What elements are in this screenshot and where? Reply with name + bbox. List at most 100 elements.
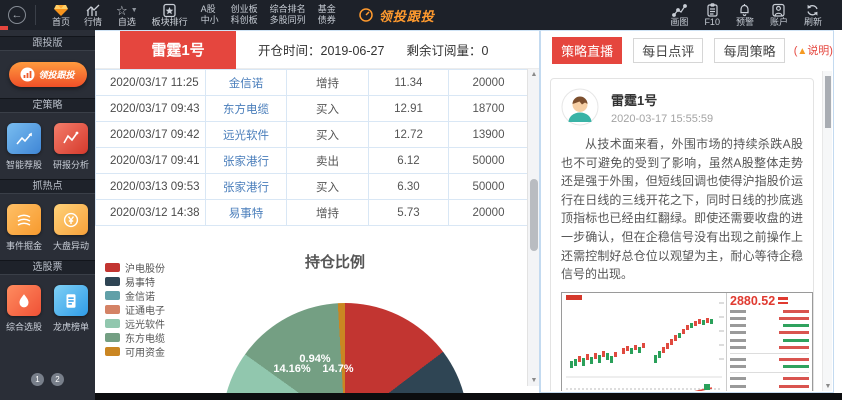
bottom-edge	[95, 393, 842, 400]
stock-link[interactable]: 张家港行	[206, 148, 287, 174]
post-chart-image[interactable]: 2880.52	[561, 292, 813, 391]
menu-item[interactable]: 科创板	[231, 15, 258, 26]
legend-item[interactable]: 东方电缆	[105, 331, 165, 344]
table-row[interactable]: 2020/03/17 09:41 张家港行 卖出 6.12 50000	[96, 148, 529, 174]
post-timestamp: 2020-03-17 15:55:59	[611, 113, 713, 125]
scrollbar-thumb[interactable]	[530, 179, 538, 251]
chevron-down-icon[interactable]: ▼	[131, 7, 138, 14]
divider	[35, 5, 36, 25]
tab-weekly-strategy[interactable]: 每周策略	[714, 38, 784, 63]
main-panel: 雷霆1号 开仓时间：2019-06-27 剩余订阅量：0 2020/03/17 …	[95, 30, 540, 393]
portfolio-header: 雷霆1号 开仓时间：2019-06-27 剩余订阅量：0	[95, 31, 539, 69]
user-icon	[771, 3, 786, 17]
table-row[interactable]: 2020/03/17 09:42 远光软件 买入 12.72 13900	[96, 122, 529, 148]
help-link[interactable]: (▲说明)	[794, 42, 833, 58]
sidebar-section-gentou: 跟投版	[0, 36, 95, 51]
layers-icon	[14, 211, 34, 229]
legend-item[interactable]: 可用资金	[105, 345, 165, 358]
scroll-up-icon[interactable]: ▲	[528, 71, 540, 78]
f10-button[interactable]: F10	[704, 3, 720, 27]
post-author: 雷霆1号	[611, 90, 713, 109]
table-row[interactable]: 2020/03/17 11:25 金信诺 增持 11.34 20000	[96, 70, 529, 96]
clipboard-icon	[705, 3, 720, 17]
tab-strategy-live[interactable]: 策略直播	[552, 37, 622, 64]
legend-item[interactable]: 金信诺	[105, 289, 165, 302]
account-button[interactable]: 账户	[770, 3, 788, 27]
scroll-down-icon[interactable]: ▼	[528, 377, 540, 384]
scroll-down-icon[interactable]: ▼	[823, 383, 833, 390]
pie-chart[interactable]	[222, 303, 468, 394]
scrollbar-thumb[interactable]	[825, 76, 831, 128]
stock-link[interactable]: 张家港行	[206, 174, 287, 200]
bookmark-star-icon	[162, 3, 177, 17]
holdings-chart-section: 持仓比例 沪电股份 易事特 金信诺 证通电子 远光软件 东方电缆 可用资金 0.…	[95, 225, 528, 394]
menu-item[interactable]: 多股同列	[270, 15, 306, 26]
star-icon: ☆	[116, 4, 128, 17]
legend-item[interactable]: 远光软件	[105, 317, 165, 330]
sidebar-section-hotspot: 抓热点	[0, 179, 95, 194]
feed-scroll-area: 雷霆1号 2020-03-17 15:55:59 从技术面来看，外围市场的持续杀…	[542, 71, 822, 391]
sidebar-item-market-moves[interactable]: 大盘异动	[52, 204, 90, 252]
nav-watchlist[interactable]: ☆▼ 自选	[116, 0, 138, 30]
legend-item[interactable]: 易事特	[105, 275, 165, 288]
menu-item[interactable]: 中小	[201, 15, 219, 26]
menu-item[interactable]: A股	[201, 4, 219, 15]
nav-quotes[interactable]: 行情	[84, 0, 102, 30]
sidebar-section-stockpick: 选股票	[0, 260, 95, 275]
menu-item[interactable]: 综合排名	[270, 4, 306, 15]
sidebar-item-composite-picker[interactable]: 综合选股	[5, 285, 43, 333]
trend-line-icon	[14, 130, 34, 148]
table-row[interactable]: 2020/03/17 09:43 东方电缆 买入 12.91 18700	[96, 96, 529, 122]
table-row[interactable]: 2020/03/12 14:38 易事特 增持 5.73 20000	[96, 200, 529, 226]
legend-item[interactable]: 证通电子	[105, 303, 165, 316]
avatar	[561, 88, 599, 126]
nav-sector-rank[interactable]: 板块排行	[152, 0, 188, 30]
pie-label: 14.16%	[273, 363, 310, 375]
app-window: ← 首页 行情 ☆▼ 自选 板块排行 A股 中小	[0, 0, 842, 400]
trade-history-table: 2020/03/17 11:25 金信诺 增持 11.34 20000 2020…	[95, 69, 529, 226]
sidebar-item-report-analysis[interactable]: 研报分析	[52, 123, 90, 171]
strategy-panel: 策略直播 每日点评 每周策略 (▲说明) 雷霆1号 2020-03-17 15:…	[540, 30, 834, 393]
market-group-b: 创业板 科创板	[231, 4, 258, 26]
chart-icon	[86, 3, 101, 17]
legend-item[interactable]: 沪电股份	[105, 261, 165, 274]
back-button[interactable]: ←	[8, 6, 26, 24]
pager-dot-1[interactable]: 1	[31, 373, 44, 386]
stock-link[interactable]: 金信诺	[206, 70, 287, 96]
market-group-a: A股 中小	[201, 4, 219, 26]
market-group-c: 综合排名 多股同列	[270, 4, 306, 26]
menu-item[interactable]: 基金	[318, 4, 336, 15]
alert-button[interactable]: 预警	[736, 3, 754, 27]
main-scrollbar[interactable]: ▲ ▼	[527, 69, 539, 386]
pie-label: 14.7%	[322, 363, 353, 375]
index-price: 2880.52	[730, 294, 775, 308]
sidebar-item-dragon-tiger[interactable]: 龙虎榜单	[52, 285, 90, 333]
feed-scrollbar[interactable]: ▼	[822, 71, 832, 391]
draw-icon	[672, 3, 687, 17]
post-card: 雷霆1号 2020-03-17 15:55:59 从技术面来看，外围市场的持续杀…	[550, 78, 814, 391]
stock-link[interactable]: 远光软件	[206, 122, 287, 148]
draw-tool-button[interactable]: 画图	[670, 3, 688, 27]
zigzag-chart-icon	[61, 130, 81, 148]
sidebar-item-event-gold[interactable]: 事件掘金	[5, 204, 43, 252]
sidebar: 跟投版 领投跟投 定策略 智能荐股 研报分析 抓热点 事件掘金 大盘异动	[0, 30, 95, 400]
stock-link[interactable]: 易事特	[206, 200, 287, 226]
refresh-button[interactable]: 刷新	[804, 3, 822, 27]
post-body-text: 从技术面来看，外围市场的持续杀跌A股也不可避免的受到了影响，虽然A股整体走势还是…	[561, 135, 803, 284]
stock-link[interactable]: 东方电缆	[206, 96, 287, 122]
portfolio-tab[interactable]: 雷霆1号	[120, 31, 236, 69]
menu-item[interactable]: 债券	[318, 15, 336, 26]
pager-dot-2[interactable]: 2	[51, 373, 64, 386]
document-icon	[62, 292, 80, 310]
top-toolbar: ← 首页 行情 ☆▼ 自选 板块排行 A股 中小	[0, 0, 842, 30]
chart-title: 持仓比例	[245, 251, 425, 272]
tab-daily-comment[interactable]: 每日点评	[633, 38, 703, 63]
nav-home[interactable]: 首页	[52, 0, 70, 30]
menu-item[interactable]: 创业板	[231, 4, 258, 15]
table-row[interactable]: 2020/03/13 09:53 张家港行 买入 6.30 50000	[96, 174, 529, 200]
price-change	[778, 297, 788, 304]
sidebar-brand-button[interactable]: 领投跟投	[9, 62, 87, 87]
warning-icon: ▲	[797, 46, 807, 57]
toolbar-right: 画图 F10 预警 账户 刷新	[662, 3, 830, 27]
sidebar-item-smart-picks[interactable]: 智能荐股	[5, 123, 43, 171]
